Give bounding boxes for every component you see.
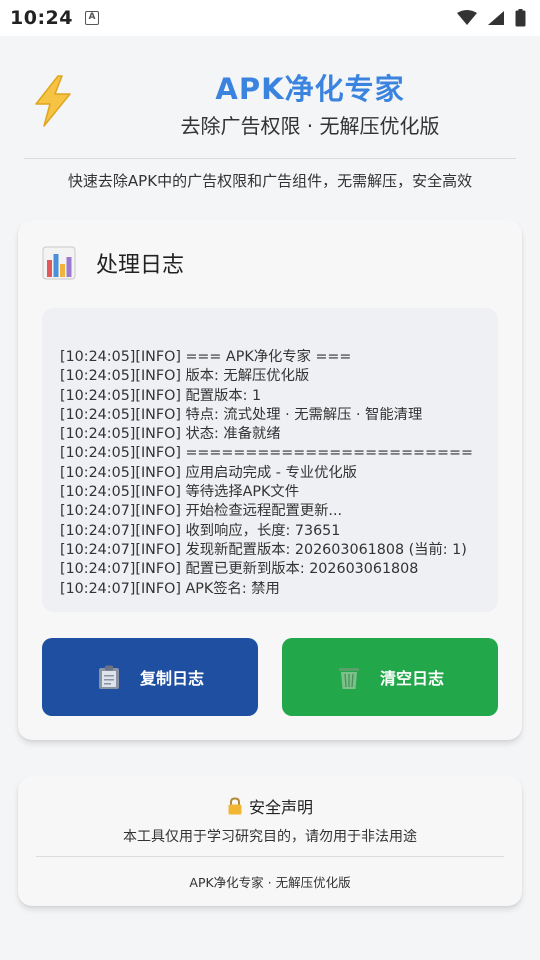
app-header: APK净化专家 去除广告权限 · 无解压优化版 bbox=[0, 36, 540, 158]
a-icon: A bbox=[84, 11, 99, 25]
security-notice-card: 安全声明 本工具仅用于学习研究目的，请勿用于非法用途 APK净化专家 · 无解压… bbox=[18, 776, 522, 906]
status-bar: 10:24 A bbox=[0, 0, 540, 36]
log-title: 处理日志 bbox=[96, 253, 185, 278]
clear-log-button[interactable]: 清空日志 bbox=[282, 638, 498, 716]
log-card-header: 处理日志 bbox=[42, 246, 184, 280]
log-line: [10:24:05][INFO] 版本: 无解压优化版 bbox=[60, 368, 310, 385]
wifi-icon bbox=[457, 10, 477, 25]
log-line: [10:24:05][INFO] 状态: 准备就绪 bbox=[60, 426, 281, 443]
app-description: 快速去除APK中的广告权限和广告组件，无需解压，安全高效 bbox=[67, 172, 473, 190]
log-card: 处理日志 [10:24:05][INFO] === APK净化专家 === [1… bbox=[18, 220, 522, 740]
log-line: [10:24:05][INFO] 应用启动完成 - 专业优化版 bbox=[60, 464, 357, 481]
notice-title: 安全声明 bbox=[248, 798, 313, 817]
app-subtitle: 去除广告权限 · 无解压优化版 bbox=[180, 114, 440, 138]
clear-log-label: 清空日志 bbox=[379, 669, 444, 688]
log-line: [10:24:07][INFO] 收到响应，长度: 73651 bbox=[60, 522, 341, 539]
notice-title-row: 安全声明 bbox=[18, 794, 522, 818]
bar-chart-icon bbox=[42, 246, 76, 280]
log-line: [10:24:05][INFO] 特点: 流式处理 · 无需解压 · 智能清理 bbox=[60, 406, 423, 423]
notice-divider bbox=[36, 856, 504, 857]
log-line: [10:24:05][INFO] 配置版本: 1 bbox=[60, 387, 262, 404]
log-line: [10:24:07][INFO] APK签名: 禁用 bbox=[60, 580, 280, 597]
clipboard-icon bbox=[98, 665, 119, 689]
notice-text: 本工具仅用于学习研究目的，请勿用于非法用途 bbox=[123, 829, 417, 845]
log-line: [10:24:07][INFO] 开始检查远程配置更新... bbox=[60, 503, 343, 520]
lock-icon bbox=[228, 797, 242, 815]
app-title: APK净化专家 bbox=[215, 72, 405, 106]
app-footer: APK净化专家 · 无解压优化版 bbox=[189, 875, 351, 890]
log-line: [10:24:05][INFO] === APK净化专家 === bbox=[60, 349, 352, 365]
log-line: [10:24:07][INFO] 发现新配置版本: 202603061808 (… bbox=[60, 541, 467, 558]
trash-icon bbox=[338, 668, 359, 689]
copy-log-button[interactable]: 复制日志 bbox=[42, 638, 258, 716]
log-output[interactable]: [10:24:05][INFO] === APK净化专家 === [10:24:… bbox=[42, 308, 498, 612]
log-line: [10:24:07][INFO] 配置已更新到版本: 202603061808 bbox=[60, 561, 419, 578]
status-icons bbox=[457, 9, 526, 27]
log-line: [10:24:05][INFO] 等待选择APK文件 bbox=[60, 484, 300, 501]
copy-log-label: 复制日志 bbox=[139, 669, 204, 688]
log-line: [10:24:05][INFO] =======================… bbox=[60, 445, 473, 462]
header-divider bbox=[24, 158, 516, 159]
status-time: 10:24 bbox=[10, 7, 73, 29]
battery-icon bbox=[515, 9, 526, 27]
app-screen: APK净化专家 去除广告权限 · 无解压优化版 快速去除APK中的广告权限和广告… bbox=[0, 36, 540, 960]
signal-icon bbox=[488, 11, 504, 25]
